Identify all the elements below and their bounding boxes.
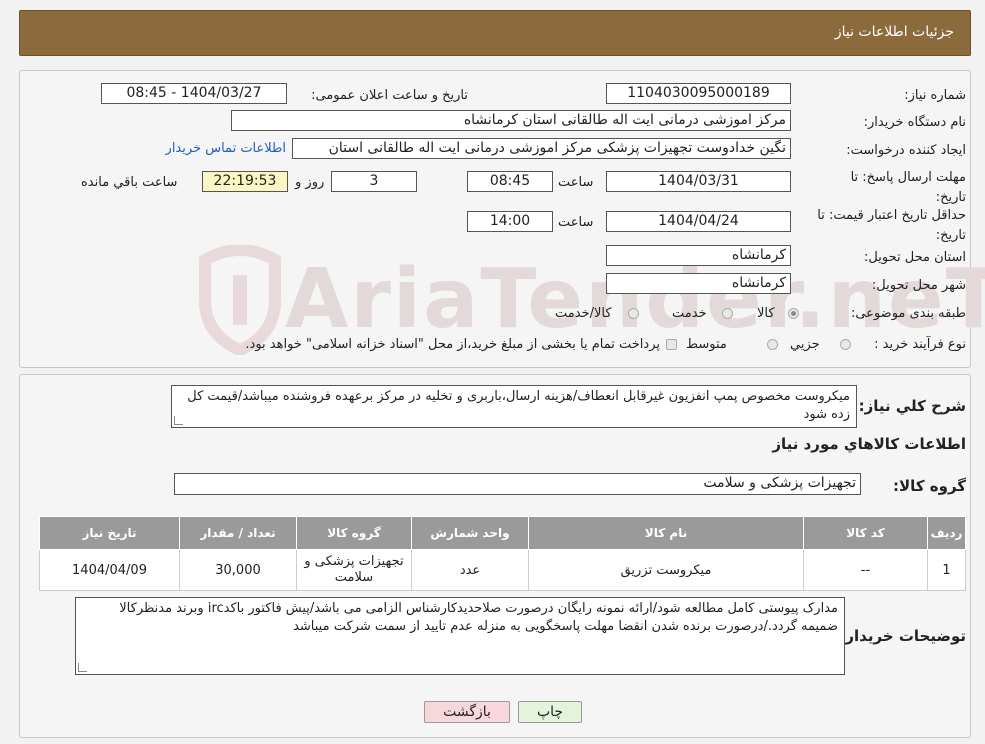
print-button[interactable]: چاپ [518, 701, 582, 723]
city-label: شهر محل تحویل: [871, 278, 966, 293]
col-name: نام کالا [528, 516, 804, 550]
table-header-row: رديف کد کالا نام کالا واحد شمارش گروه کا… [39, 516, 966, 550]
announce-label: تاریخ و ساعت اعلان عمومی: [311, 88, 468, 103]
buyer-notes-textarea[interactable]: مدارک پیوستی کامل مطالعه شود/ارائه نمونه… [75, 597, 845, 675]
resize-handle[interactable] [174, 416, 183, 425]
creator-label: ایجاد کننده درخواست: [846, 143, 966, 158]
need-number-label: شماره نیاز: [904, 88, 966, 103]
goods-table: رديف کد کالا نام کالا واحد شمارش گروه کا… [39, 516, 966, 591]
buyer-notes-label: توضیحات خریدار: [839, 627, 966, 645]
validity-time-field: 14:00 [467, 211, 553, 232]
page-title: جزئیات اطلاعات نیاز [834, 24, 954, 40]
buyer-field: مرکز اموزشی درمانی ایت اله طالقانی استان… [231, 110, 791, 131]
process-radio-medium[interactable] [767, 339, 778, 350]
deadline-date-field: 1404/03/31 [606, 171, 791, 192]
table-row[interactable]: 1 -- میکروست تزریق عدد تجهیزات پزشکی و س… [39, 549, 966, 591]
category-option-goods: کالا [757, 306, 775, 321]
goods-section-title: اطلاعات کالاهاي مورد نياز [772, 435, 966, 453]
buyer-notes-text: مدارک پیوستی کامل مطالعه شود/ارائه نمونه… [119, 601, 838, 634]
process-option-medium: متوسط [686, 337, 727, 352]
watermark-text: AriaTender.neT [285, 252, 985, 347]
col-group: گروه کالا [296, 516, 412, 550]
resize-handle[interactable] [78, 663, 87, 672]
col-date: تاریخ نیاز [39, 516, 180, 550]
category-label: طبقه بندی موضوعی: [850, 306, 966, 321]
description-label: شرح کلي نياز: [858, 397, 966, 415]
buyer-label: نام دستگاه خریدار: [863, 115, 966, 130]
cell-unit: عدد [411, 549, 529, 591]
category-option-goods-service: کالا/خدمت [555, 306, 612, 321]
description-text: میکروست مخصوص پمپ انفزیون غیرقابل انعطاف… [187, 389, 850, 422]
province-label: استان محل تحویل: [864, 250, 966, 265]
cell-code: -- [803, 549, 928, 591]
page-header: جزئیات اطلاعات نیاز [19, 10, 971, 56]
category-radio-service[interactable] [722, 308, 733, 319]
validity-time-word: ساعت [558, 215, 594, 230]
goods-group-label: گروه کالا: [893, 477, 966, 495]
validity-label: حداقل تاریخ اعتبار قیمت: تا تاریخ: [817, 208, 966, 243]
deadline-time-field: 08:45 [467, 171, 553, 192]
announce-field: 1404/03/27 - 08:45 [101, 83, 287, 104]
cell-group: تجهیزات پزشکی و سلامت [296, 549, 412, 591]
cell-qty: 30,000 [179, 549, 297, 591]
creator-field: نگین خدادوست تجهیزات پزشکی مرکز اموزشی د… [292, 138, 791, 159]
cell-date: 1404/04/09 [39, 549, 180, 591]
col-unit: واحد شمارش [411, 516, 529, 550]
col-code: کد کالا [803, 516, 928, 550]
back-button[interactable]: بازگشت [424, 701, 510, 723]
process-radio-minor[interactable] [840, 339, 851, 350]
description-textarea[interactable]: میکروست مخصوص پمپ انفزیون غیرقابل انعطاف… [171, 385, 857, 428]
validity-date-field: 1404/04/24 [606, 211, 791, 232]
days-word: روز و [295, 175, 325, 190]
deadline-label: مهلت ارسال پاسخ: تا تاریخ: [850, 170, 966, 205]
col-row: رديف [927, 516, 966, 550]
city-field: کرمانشاه [606, 273, 791, 294]
category-radio-goods-service[interactable] [628, 308, 639, 319]
col-qty: تعداد / مقدار [179, 516, 297, 550]
process-option-minor: جزيي [790, 337, 820, 352]
cell-row: 1 [927, 549, 966, 591]
process-note: پرداخت تمام یا بخشی از مبلغ خرید،از محل … [245, 337, 660, 352]
goods-group-field: تجهیزات پزشکی و سلامت [174, 473, 861, 495]
cell-name: میکروست تزریق [528, 549, 804, 591]
buyer-contact-link[interactable]: اطلاعات تماس خریدار [156, 141, 286, 156]
remaining-time-field: 22:19:53 [202, 171, 288, 192]
province-field: کرمانشاه [606, 245, 791, 266]
process-label: نوع فرآیند خرید : [874, 337, 966, 352]
category-option-service: خدمت [672, 306, 707, 321]
days-field: 3 [331, 171, 417, 192]
process-checkbox-treasury[interactable] [666, 339, 677, 350]
need-number-field: 1104030095000189 [606, 83, 791, 104]
remaining-word: ساعت باقي مانده [81, 175, 178, 190]
deadline-time-word: ساعت [558, 175, 594, 190]
category-radio-goods[interactable] [788, 308, 799, 319]
